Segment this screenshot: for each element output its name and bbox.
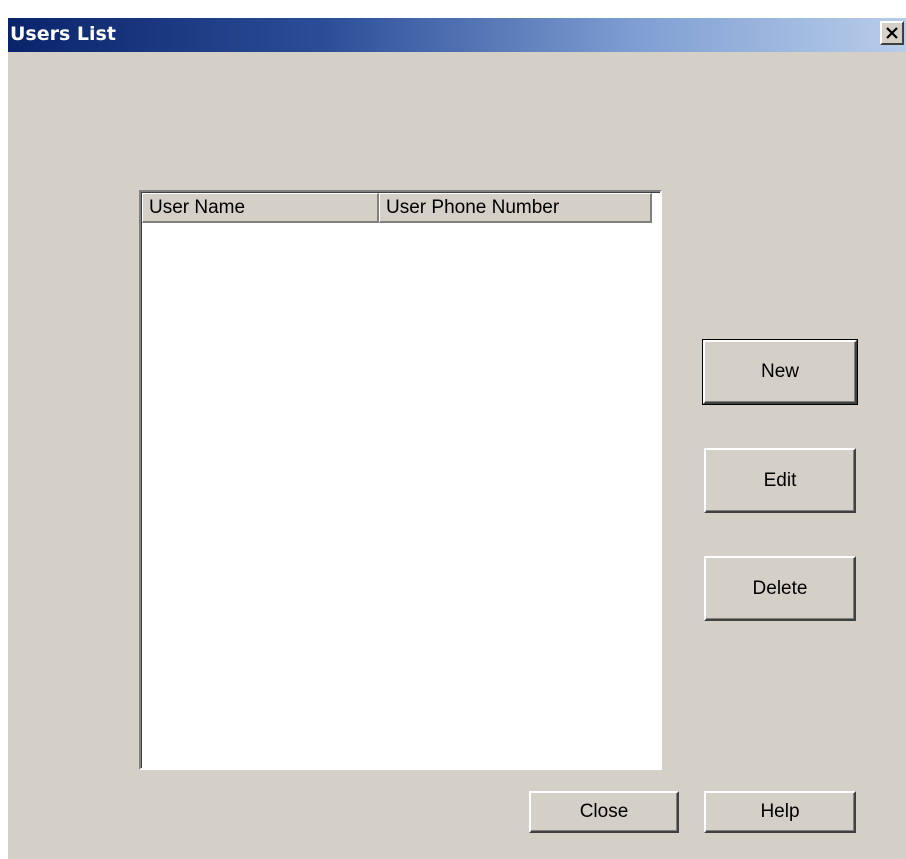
close-icon xyxy=(886,27,898,39)
title-bar[interactable]: Users List xyxy=(8,18,906,52)
users-list-dialog: Users List User Name User Phone Number N… xyxy=(0,0,906,859)
list-header: User Name User Phone Number xyxy=(142,193,652,223)
edit-button[interactable]: Edit xyxy=(704,448,856,513)
list-body[interactable] xyxy=(142,223,659,767)
column-header-user-name[interactable]: User Name xyxy=(142,193,379,223)
close-window-button[interactable] xyxy=(880,21,904,45)
delete-button[interactable]: Delete xyxy=(704,556,856,621)
users-list-view[interactable]: User Name User Phone Number xyxy=(139,190,662,770)
help-button[interactable]: Help xyxy=(704,791,856,833)
column-header-user-phone-number[interactable]: User Phone Number xyxy=(379,193,652,223)
new-button[interactable]: New xyxy=(702,339,858,405)
close-button[interactable]: Close xyxy=(529,791,679,833)
window-title: Users List xyxy=(10,23,116,45)
